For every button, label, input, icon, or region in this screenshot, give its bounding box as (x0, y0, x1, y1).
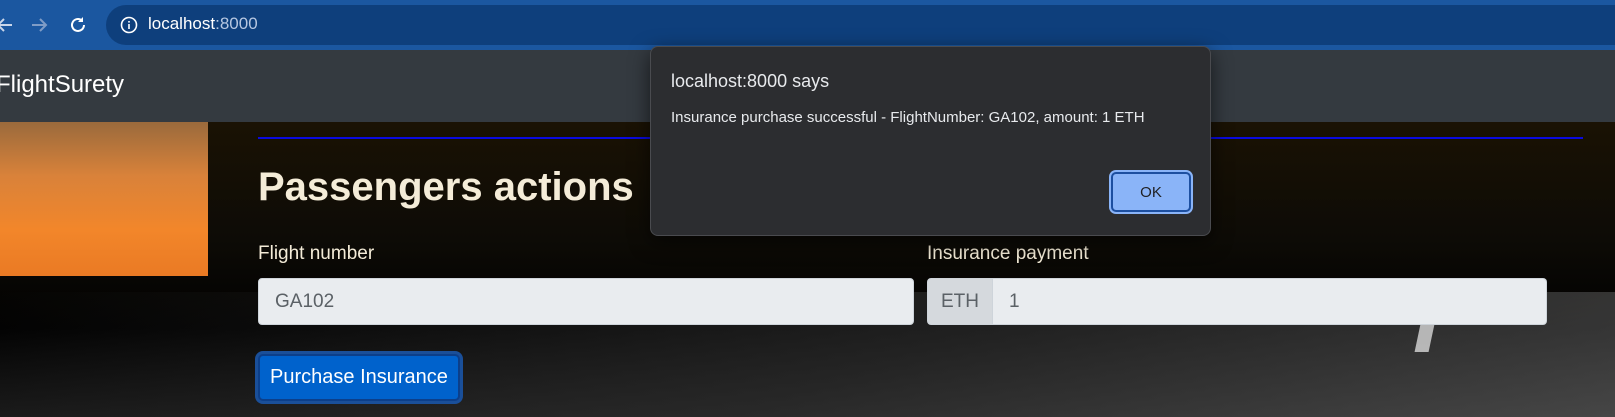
currency-addon: ETH (927, 278, 993, 325)
sunset-image (0, 122, 208, 276)
url-text: localhost:8000 (148, 14, 258, 34)
alert-dialog: localhost:8000 says Insurance purchase s… (650, 46, 1211, 236)
info-icon[interactable] (120, 16, 138, 34)
address-bar[interactable]: localhost:8000 (106, 5, 1615, 45)
insurance-payment-label: Insurance payment (927, 243, 1089, 264)
insurance-payment-input[interactable]: 1 (993, 278, 1547, 325)
flight-number-input[interactable]: GA102 (258, 278, 914, 325)
purchase-insurance-button[interactable]: Purchase Insurance (258, 354, 460, 401)
dialog-title: localhost:8000 says (671, 71, 830, 91)
url-port: :8000 (215, 14, 258, 33)
insurance-payment-group: ETH 1 (927, 278, 1547, 325)
section-title: Passengers actions (258, 165, 634, 209)
back-icon[interactable] (0, 12, 18, 38)
brand-link[interactable]: FlightSurety (0, 71, 124, 99)
dialog-message: Insurance purchase successful - FlightNu… (671, 109, 1145, 126)
ok-button[interactable]: OK (1111, 172, 1191, 212)
browser-toolbar: localhost:8000 (0, 0, 1615, 50)
forward-icon[interactable] (26, 12, 52, 38)
flight-number-label: Flight number (258, 243, 375, 264)
reload-icon[interactable] (65, 12, 91, 38)
url-host: localhost (148, 14, 216, 33)
